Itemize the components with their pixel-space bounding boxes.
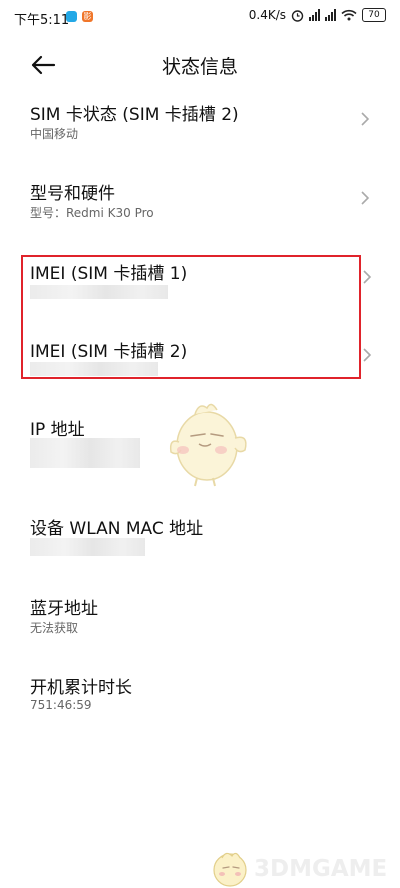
status-right-group: 0.4K/s 70 <box>249 8 386 22</box>
redacted-value <box>30 438 140 468</box>
signal-hd-icon <box>309 9 320 21</box>
list-item-uptime[interactable]: 开机累计时长 751:46:59 <box>0 672 400 722</box>
item-subtitle: 无法获取 <box>30 621 79 635</box>
list-item-bluetooth-address[interactable]: 蓝牙地址 无法获取 <box>0 593 400 643</box>
status-bar: 下午5:11 影 0.4K/s 70 <box>0 0 400 34</box>
redacted-value <box>30 538 145 556</box>
item-subtitle: 751:46:59 <box>30 698 92 712</box>
header: 状态信息 <box>0 44 400 88</box>
item-title: 型号和硬件 <box>30 184 115 204</box>
list-item-sim-status[interactable]: SIM 卡状态 (SIM 卡插槽 2) 中国移动 <box>0 96 400 156</box>
item-title: SIM 卡状态 (SIM 卡插槽 2) <box>30 105 239 125</box>
item-title: IP 地址 <box>30 420 85 440</box>
battery-icon: 70 <box>362 8 386 22</box>
mascot-watermark-icon <box>169 403 247 487</box>
list-item-wlan-mac[interactable]: 设备 WLAN MAC 地址 <box>0 512 400 562</box>
app-notification-icon-badge: 影 <box>82 11 93 22</box>
item-title: 设备 WLAN MAC 地址 <box>30 519 204 539</box>
alarm-icon <box>291 9 304 22</box>
watermark-logo-icon <box>213 852 247 887</box>
app-notification-icon <box>66 11 77 22</box>
chevron-right-icon <box>363 348 372 362</box>
item-title: 开机累计时长 <box>30 678 132 698</box>
watermark-text: 3DMGAME <box>254 856 388 882</box>
list-item-model-hardware[interactable]: 型号和硬件 型号：Redmi K30 Pro <box>0 175 400 235</box>
item-subtitle: 型号：Redmi K30 Pro <box>30 206 154 220</box>
site-watermark: 3DMGAME <box>208 848 398 888</box>
highlight-box <box>21 255 361 379</box>
status-time: 下午5:11 <box>14 13 70 28</box>
chevron-right-icon <box>361 191 370 205</box>
wifi-icon <box>341 9 357 21</box>
signal-hd-icon-2 <box>325 9 336 21</box>
item-title: 蓝牙地址 <box>30 599 98 619</box>
chevron-right-icon <box>363 270 372 284</box>
net-speed: 0.4K/s <box>248 8 286 22</box>
chevron-right-icon <box>361 112 370 126</box>
page-title: 状态信息 <box>161 56 238 78</box>
item-subtitle: 中国移动 <box>30 127 79 141</box>
